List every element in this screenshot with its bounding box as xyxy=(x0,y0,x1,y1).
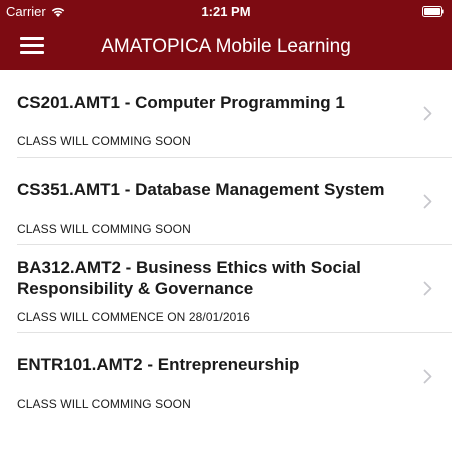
course-title: BA312.AMT2 - Business Ethics with Social… xyxy=(17,258,361,298)
battery-icon xyxy=(422,6,444,17)
course-row-cs201[interactable]: CS201.AMT1 - Computer Programming 1 CLAS… xyxy=(0,70,452,158)
course-row-ba312[interactable]: BA312.AMT2 - Business Ethics with Social… xyxy=(0,245,452,333)
course-status: CLASS WILL COMMING SOON xyxy=(17,222,191,236)
navigation-bar: AMATOPICA Mobile Learning xyxy=(0,24,452,70)
page-title: AMATOPICA Mobile Learning xyxy=(101,36,351,57)
chevron-right-icon xyxy=(423,369,432,384)
course-title: ENTR101.AMT2 - Entrepreneurship xyxy=(17,355,300,374)
course-row-entr101[interactable]: ENTR101.AMT2 - Entrepreneurship CLASS WI… xyxy=(0,333,452,420)
course-status: CLASS WILL COMMING SOON xyxy=(17,134,191,148)
chevron-right-icon xyxy=(423,194,432,209)
chevron-right-icon xyxy=(423,106,432,121)
course-title: CS351.AMT1 - Database Management System xyxy=(17,180,385,199)
course-title: CS201.AMT1 - Computer Programming 1 xyxy=(17,93,345,112)
course-list: CS201.AMT1 - Computer Programming 1 CLAS… xyxy=(0,70,452,420)
status-time: 1:21 PM xyxy=(201,4,251,19)
course-row-cs351[interactable]: CS351.AMT1 - Database Management System … xyxy=(0,158,452,245)
course-status: CLASS WILL COMMENCE ON 28/01/2016 xyxy=(17,310,250,324)
course-status: CLASS WILL COMMING SOON xyxy=(17,397,191,411)
app-screen: Carrier 1:21 PM AMATOPICA Mobile Learnin… xyxy=(0,0,452,452)
chevron-right-icon xyxy=(423,281,432,296)
status-bar: Carrier 1:21 PM xyxy=(0,0,452,24)
